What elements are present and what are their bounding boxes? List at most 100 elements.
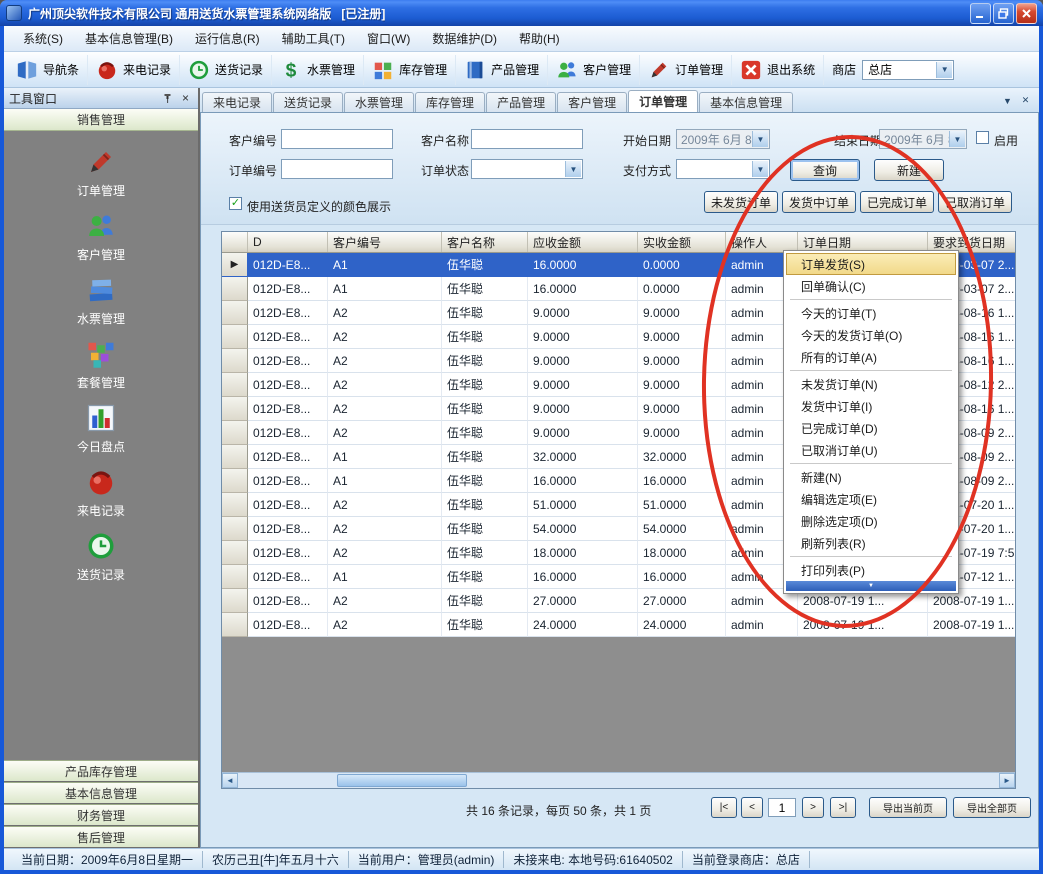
sidebar-group-sales[interactable]: 销售管理 <box>4 109 198 131</box>
menubar-item[interactable]: 运行信息(R) <box>184 26 271 51</box>
context-menu-item[interactable]: 已完成订单(D) <box>786 417 956 439</box>
column-header-customer-no[interactable]: 客户编号 <box>328 232 442 252</box>
sidebar-group[interactable]: 基本信息管理 <box>4 782 198 804</box>
context-menu-item[interactable]: 打印列表(P) <box>786 559 956 581</box>
toolbar-item[interactable]: 产品管理 <box>456 55 548 85</box>
column-header[interactable] <box>222 232 248 252</box>
scroll-right-icon[interactable]: ► <box>999 773 1015 788</box>
context-menu-item[interactable]: 已取消订单(U) <box>786 439 956 461</box>
first-page-button[interactable]: |< <box>711 797 737 818</box>
toolbar-item[interactable]: $ 水票管理 <box>272 55 364 85</box>
context-menu-item[interactable]: 未发货订单(N) <box>786 373 956 395</box>
tab[interactable]: 库存管理 <box>415 92 485 112</box>
menubar-item[interactable]: 数据维护(D) <box>421 26 508 51</box>
tab[interactable]: 客户管理 <box>557 92 627 112</box>
order-status-filter-button[interactable]: 未发货订单 <box>704 191 778 213</box>
close-button[interactable] <box>1016 3 1037 24</box>
order-no-input[interactable] <box>281 159 393 179</box>
chevron-down-icon[interactable]: ▼ <box>752 131 768 147</box>
sidebar-item[interactable]: 来电记录 <box>4 461 198 525</box>
sidebar-item[interactable]: 水票管理 <box>4 269 198 333</box>
chevron-down-icon[interactable]: ▼ <box>752 161 768 177</box>
prev-page-button[interactable]: < <box>741 797 763 818</box>
sidebar-item[interactable]: 订单管理 <box>4 141 198 205</box>
order-status-filter-button[interactable]: 已取消订单 <box>938 191 1012 213</box>
sidebar-item[interactable]: 客户管理 <box>4 205 198 269</box>
menubar-item[interactable]: 基本信息管理(B) <box>74 26 184 51</box>
export-current-page-button[interactable]: 导出当前页 <box>869 797 947 818</box>
menubar-item[interactable]: 帮助(H) <box>508 26 571 51</box>
table-row[interactable]: 012D-E8... A2 伍华聪 24.0000 24.0000 admin … <box>222 613 1015 637</box>
restore-button[interactable] <box>993 3 1014 24</box>
sidebar-group[interactable]: 售后管理 <box>4 826 198 848</box>
tab[interactable]: 送货记录 <box>273 92 343 112</box>
horizontal-scrollbar[interactable]: ◄ ► <box>222 772 1015 788</box>
context-menu-item[interactable] <box>786 368 956 373</box>
chevron-down-icon[interactable]: ▼ <box>949 131 965 147</box>
next-page-button[interactable]: > <box>802 797 824 818</box>
sidebar-item[interactable]: 送货记录 <box>4 525 198 589</box>
column-header-order-date[interactable]: 订单日期 <box>798 232 928 252</box>
context-menu-item[interactable]: 所有的订单(A) <box>786 346 956 368</box>
page-number-input[interactable] <box>768 798 796 817</box>
context-menu-item[interactable] <box>786 461 956 466</box>
context-menu-item[interactable]: 删除选定项(D) <box>786 510 956 532</box>
column-header-receivable[interactable]: 应收金额 <box>528 232 638 252</box>
order-status-select[interactable]: ▼ <box>471 159 583 179</box>
chevron-down-icon[interactable]: ▼ <box>565 161 581 177</box>
customer-name-input[interactable] <box>471 129 583 149</box>
toolbar-item[interactable]: 客户管理 <box>548 55 640 85</box>
last-page-button[interactable]: >| <box>830 797 856 818</box>
tab[interactable]: 水票管理 <box>344 92 414 112</box>
context-menu-item[interactable]: 新建(N) <box>786 466 956 488</box>
toolbar-item[interactable]: 送货记录 <box>180 55 272 85</box>
export-all-pages-button[interactable]: 导出全部页 <box>953 797 1031 818</box>
column-header-received[interactable]: 实收金额 <box>638 232 726 252</box>
sidebar-group[interactable]: 财务管理 <box>4 804 198 826</box>
context-menu-item[interactable]: 编辑选定项(E) <box>786 488 956 510</box>
tab-scroll-down-icon[interactable]: ▼ <box>1000 93 1015 108</box>
tab[interactable]: 基本信息管理 <box>699 92 793 112</box>
enable-date-checkbox[interactable] <box>976 131 989 144</box>
menubar-item[interactable]: 窗口(W) <box>356 26 421 51</box>
start-date-picker[interactable]: 2009年 6月 8日 ▼ <box>676 129 770 149</box>
tab[interactable]: 订单管理 <box>628 90 698 112</box>
column-header-required-date[interactable]: 要求到货日期 <box>928 232 1016 252</box>
context-menu-item[interactable]: 发货中订单(I) <box>786 395 956 417</box>
tab[interactable]: 产品管理 <box>486 92 556 112</box>
pay-method-select[interactable]: ▼ <box>676 159 770 179</box>
column-header-customer-name[interactable]: 客户名称 <box>442 232 528 252</box>
sidebar-group[interactable]: 产品库存管理 <box>4 760 198 782</box>
minimize-button[interactable] <box>970 3 991 24</box>
query-button[interactable]: 查询 <box>790 159 860 181</box>
chevron-down-icon[interactable]: ▼ <box>936 62 952 78</box>
context-menu-item[interactable] <box>786 554 956 559</box>
order-status-filter-button[interactable]: 已完成订单 <box>860 191 934 213</box>
context-menu-item[interactable] <box>786 297 956 302</box>
context-menu-item[interactable]: 今天的订单(T) <box>786 302 956 324</box>
context-menu-item[interactable]: 刷新列表(R) <box>786 532 956 554</box>
end-date-picker[interactable]: 2009年 6月 8日 ▼ <box>879 129 967 149</box>
pin-icon[interactable] <box>160 91 175 106</box>
column-header-operator[interactable]: 操作人 <box>726 232 798 252</box>
menu-scroll-more-icon[interactable]: ▼ <box>786 581 956 591</box>
order-status-filter-button[interactable]: 发货中订单 <box>782 191 856 213</box>
scrollbar-thumb[interactable] <box>337 774 467 787</box>
menubar-item[interactable]: 系统(S) <box>12 26 74 51</box>
sidebar-item[interactable]: 套餐管理 <box>4 333 198 397</box>
new-order-button[interactable]: 新建 <box>874 159 944 181</box>
menubar-item[interactable]: 辅助工具(T) <box>271 26 356 51</box>
toolbar-item[interactable]: 库存管理 <box>364 55 456 85</box>
toolbar-item[interactable]: 退出系统 <box>732 55 824 85</box>
toolbar-item[interactable]: 导航条 <box>8 55 88 85</box>
column-header-id[interactable]: D <box>248 232 328 252</box>
sidebar-item[interactable]: 今日盘点 <box>4 397 198 461</box>
tab[interactable]: 来电记录 <box>202 92 272 112</box>
store-select[interactable]: 总店 ▼ <box>862 60 954 80</box>
toolbar-item[interactable]: 来电记录 <box>88 55 180 85</box>
tab-close-icon[interactable]: ✕ <box>1018 93 1033 108</box>
customer-no-input[interactable] <box>281 129 393 149</box>
context-menu-item[interactable]: 回单确认(C) <box>786 275 956 297</box>
context-menu-item[interactable]: 订单发货(S) <box>786 253 956 275</box>
toolbar-item[interactable]: 订单管理 <box>640 55 732 85</box>
